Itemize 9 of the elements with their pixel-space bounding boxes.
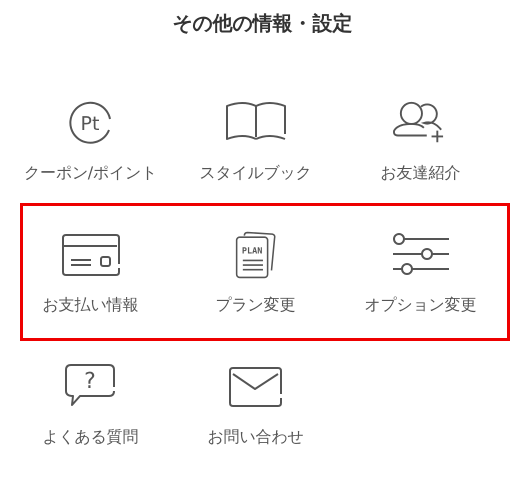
menu-label[interactable]: クーポン/ポイント xyxy=(24,163,158,183)
menu-label[interactable]: よくある質問 xyxy=(42,427,138,447)
menu-label[interactable]: お友達紹介 xyxy=(380,163,460,183)
menu-label[interactable]: プラン変更 xyxy=(216,295,296,315)
menu-label[interactable]: スタイルブック xyxy=(200,163,312,183)
page-title: その他の情報・設定 xyxy=(172,10,354,37)
menu-label[interactable]: オプション変更 xyxy=(364,295,476,315)
menu-label[interactable]: お支払い情報 xyxy=(42,295,138,315)
menu-label[interactable]: お問い合わせ xyxy=(208,427,304,447)
